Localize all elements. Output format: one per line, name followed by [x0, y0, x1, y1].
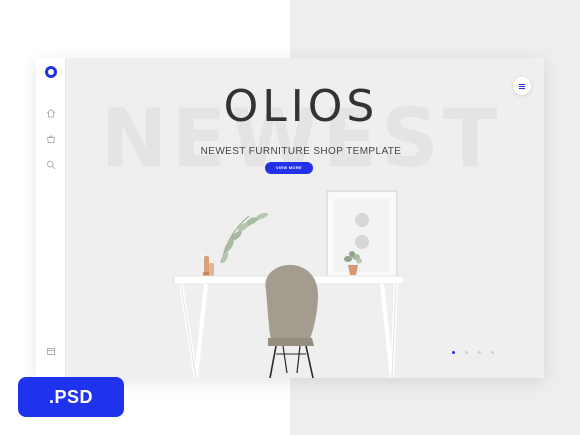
template-preview-card: NEWEST OLIOS NEWEST FURNITURE SHOP TEMPL… [36, 58, 544, 378]
view-more-button[interactable]: VIEW MORE [265, 162, 313, 174]
candle-holders [203, 246, 214, 276]
chair [265, 264, 319, 378]
psd-badge: .PSD [18, 377, 124, 417]
home-icon[interactable] [46, 108, 56, 118]
menu-line [519, 84, 525, 85]
slider-dot-3[interactable] [478, 351, 481, 354]
hero-subtitle: NEWEST FURNITURE SHOP TEMPLATE [200, 146, 402, 157]
slider-dot-2[interactable] [465, 351, 468, 354]
account-icon[interactable] [46, 346, 56, 356]
slider-dot-1[interactable] [452, 351, 455, 354]
sidebar [36, 58, 66, 378]
logo-icon[interactable] [45, 66, 57, 78]
picture-frame [326, 190, 398, 280]
hero-title: OLIOS [223, 81, 379, 132]
menu-line [519, 88, 525, 89]
left-plant [220, 212, 269, 264]
menu-line [519, 86, 525, 87]
slider-dot-4[interactable] [491, 351, 494, 354]
cart-icon[interactable] [46, 134, 56, 144]
hamburger-menu-icon[interactable] [513, 77, 531, 95]
search-icon[interactable] [46, 160, 56, 170]
